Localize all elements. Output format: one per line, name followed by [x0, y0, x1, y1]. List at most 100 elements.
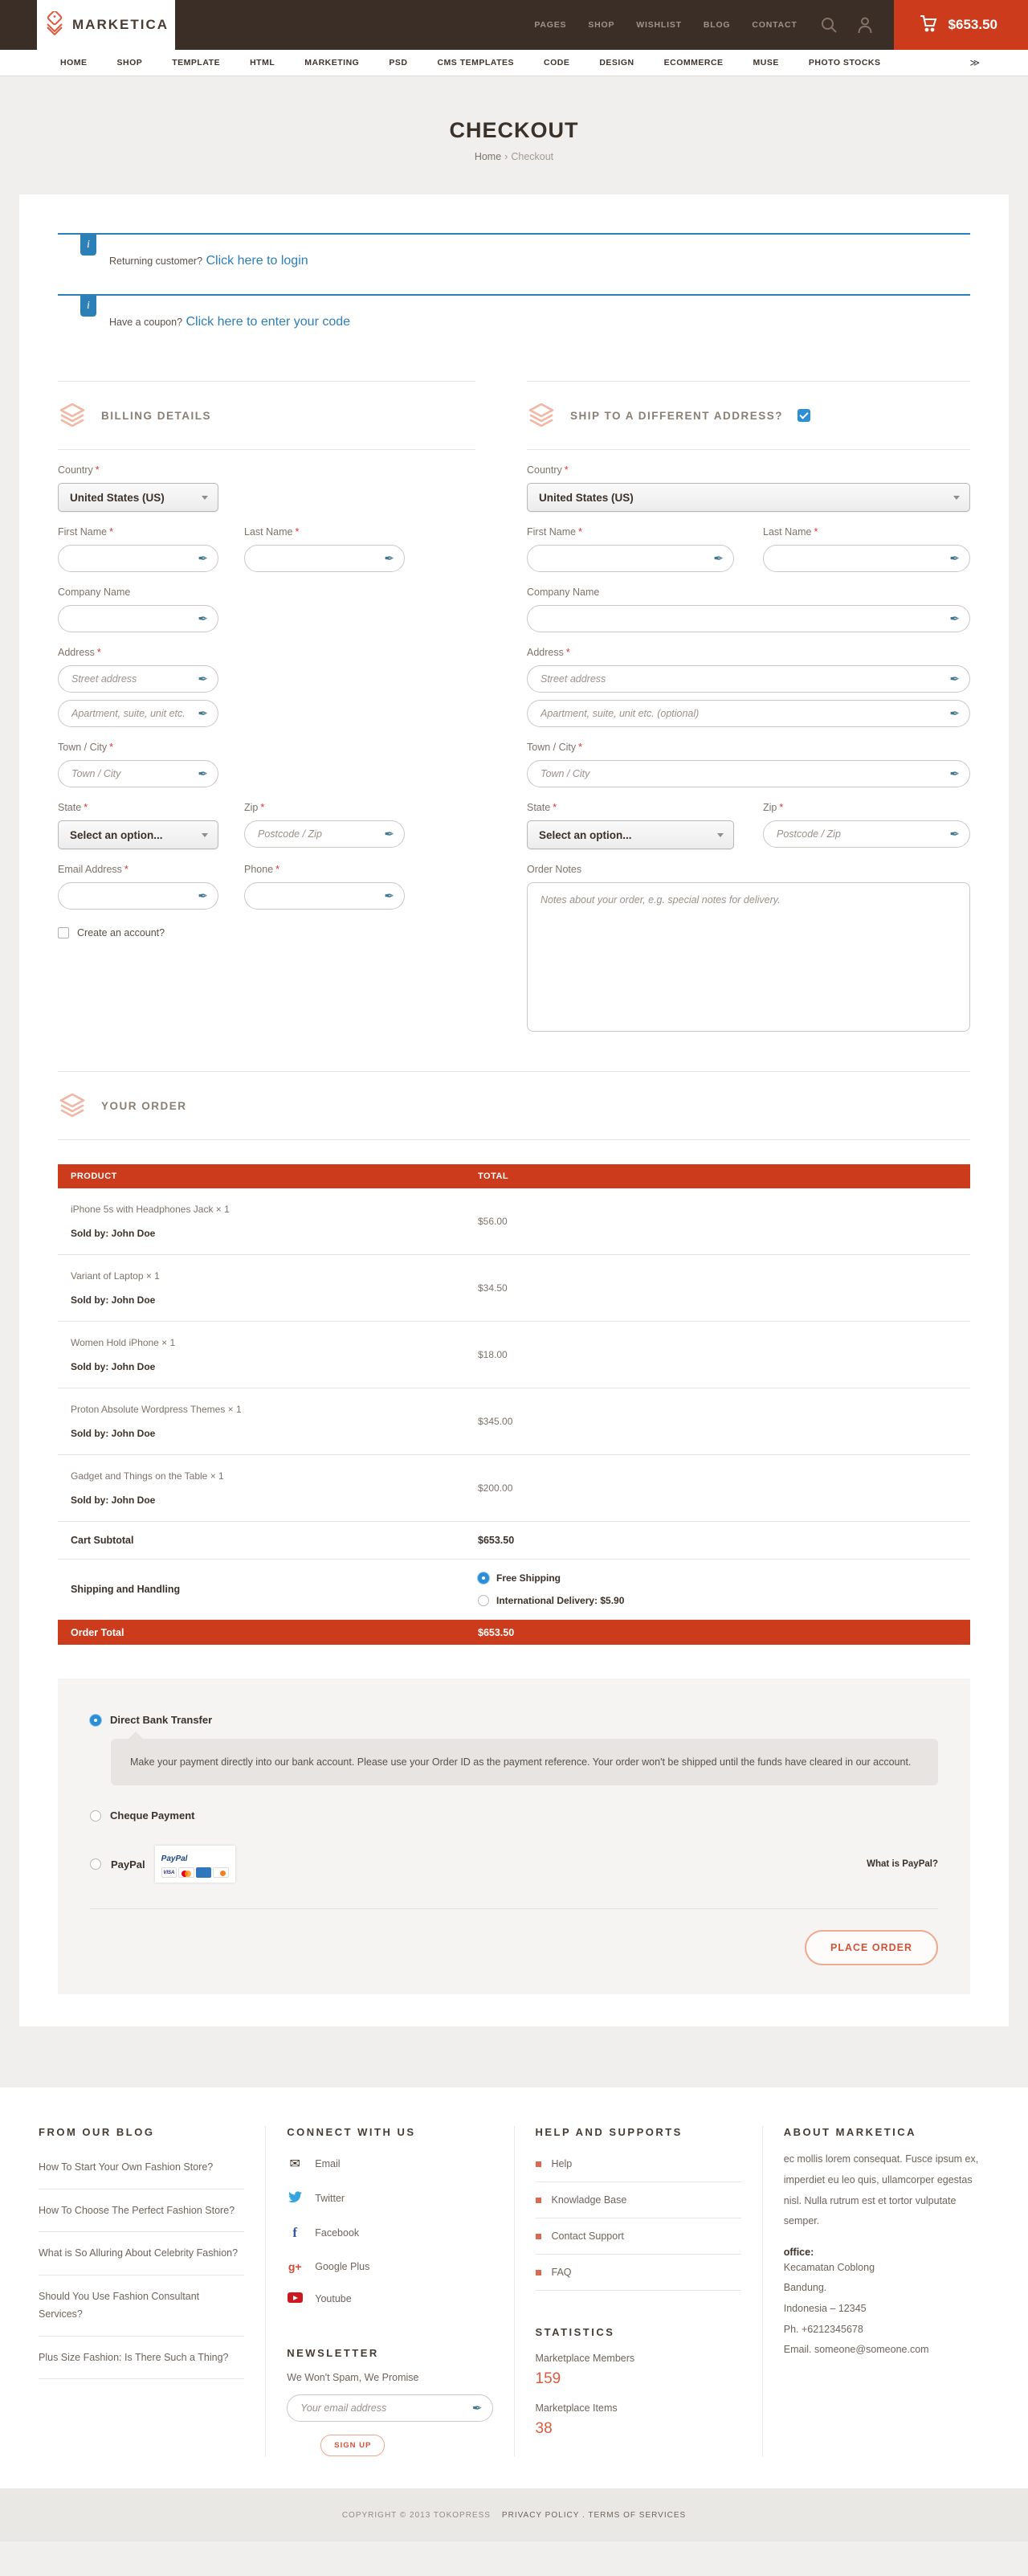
subnav-shop[interactable]: SHOP	[117, 58, 143, 67]
top-nav-wishlist[interactable]: WISHLIST	[636, 20, 682, 30]
subnav-psd[interactable]: PSD	[389, 58, 407, 67]
shipping-country-select[interactable]: United States (US)	[527, 483, 970, 512]
paypal-option[interactable]: PayPal PayPal VISA What is PayPal?	[90, 1846, 938, 1883]
coupon-link[interactable]: Click here to enter your code	[186, 315, 351, 329]
legal-links[interactable]: PRIVACY POLICY . TERMS OF SERVICES	[502, 2511, 686, 2520]
login-notice-text: Returning customer?	[109, 256, 202, 267]
radio-icon[interactable]	[90, 1858, 101, 1870]
subnav-cms-templates[interactable]: CMS TEMPLATES	[437, 58, 514, 67]
shipping-street-input[interactable]	[527, 665, 970, 693]
international-delivery-option[interactable]: International Delivery: $5.90	[478, 1595, 970, 1606]
billing-company-input[interactable]	[58, 605, 218, 632]
blog-link[interactable]: Plus Size Fashion: Is There Such a Thing…	[39, 2337, 244, 2380]
billing-email-input[interactable]	[58, 882, 218, 910]
social-facebook-link[interactable]: f Facebook	[287, 2215, 492, 2251]
top-nav-blog[interactable]: BLOG	[704, 20, 731, 30]
signup-button[interactable]: SIGN UP	[320, 2435, 385, 2456]
blog-link[interactable]: How To Start Your Own Fashion Store?	[39, 2146, 244, 2190]
billing-first-name-input[interactable]	[58, 545, 218, 572]
billing-state-select[interactable]: Select an option...	[58, 820, 218, 849]
cart-button[interactable]: $653.50	[894, 0, 1028, 50]
top-nav-shop[interactable]: SHOP	[588, 20, 614, 30]
shipping-heading: SHIP TO A DIFFERENT ADDRESS?	[570, 410, 783, 422]
billing-street-input[interactable]	[58, 665, 218, 693]
billing-country-label: Country*	[58, 464, 475, 476]
shipping-apartment-input[interactable]	[527, 700, 970, 727]
billing-phone-input[interactable]	[244, 882, 405, 910]
billing-last-name-input[interactable]	[244, 545, 405, 572]
order-table: PRODUCT TOTAL iPhone 5s with Headphones …	[58, 1164, 970, 1645]
shipping-company-input[interactable]	[527, 605, 970, 632]
blog-link[interactable]: What is So Alluring About Celebrity Fash…	[39, 2232, 244, 2275]
shipping-section: SHIP TO A DIFFERENT ADDRESS? Country* Un…	[527, 381, 970, 1036]
logo[interactable]: MARKETICA	[37, 0, 175, 50]
top-nav-pages[interactable]: PAGES	[534, 20, 566, 30]
search-icon[interactable]	[820, 16, 838, 34]
contact-support-link[interactable]: Contact Support	[536, 2218, 741, 2255]
place-order-button[interactable]: PLACE ORDER	[805, 1930, 938, 1965]
cheque-payment-option[interactable]: Cheque Payment	[90, 1809, 938, 1822]
faq-link[interactable]: FAQ	[536, 2255, 741, 2291]
order-heading-row: YOUR ORDER	[58, 1071, 970, 1140]
subnav-code[interactable]: CODE	[544, 58, 569, 67]
shipping-zip-input[interactable]	[763, 820, 970, 848]
top-nav-contact[interactable]: CONTACT	[752, 20, 797, 30]
radio-icon[interactable]	[90, 1810, 101, 1822]
product-name: iPhone 5s with Headphones Jack × 1	[71, 1204, 478, 1215]
social-email-link[interactable]: ✉ Email	[287, 2146, 492, 2181]
billing-section: BILLING DETAILS Country* United States (…	[58, 381, 475, 1036]
shipping-first-name-input[interactable]	[527, 545, 734, 572]
order-notes-textarea[interactable]	[527, 882, 970, 1032]
shipping-last-name-input[interactable]	[763, 545, 970, 572]
bank-transfer-option[interactable]: Direct Bank Transfer	[90, 1714, 938, 1726]
shipping-heading-row: SHIP TO A DIFFERENT ADDRESS?	[527, 381, 970, 450]
create-account-checkbox[interactable]	[58, 927, 69, 938]
order-table-header: PRODUCT TOTAL	[58, 1164, 970, 1188]
subnav-design[interactable]: DESIGN	[599, 58, 634, 67]
billing-zip-input[interactable]	[244, 820, 405, 848]
radio-selected-icon[interactable]	[478, 1572, 489, 1584]
billing-country-select[interactable]: United States (US)	[58, 483, 218, 512]
shipping-zip-label: Zip*	[763, 802, 970, 813]
col-total: TOTAL	[478, 1171, 970, 1181]
office-address-line: Indonesia – 12345	[784, 2299, 989, 2320]
page-header: CHECKOUT Home›Checkout	[0, 76, 1028, 194]
subnav-ecommerce[interactable]: ECOMMERCE	[664, 58, 724, 67]
breadcrumb-home[interactable]: Home	[475, 151, 501, 162]
radio-icon[interactable]	[478, 1595, 489, 1606]
social-youtube-link[interactable]: Youtube	[287, 2283, 492, 2315]
chevron-more-icon[interactable]: ≫	[969, 57, 980, 68]
amex-card-icon	[196, 1867, 212, 1878]
footer-blog-heading: FROM OUR BLOG	[39, 2126, 244, 2138]
user-icon[interactable]	[857, 16, 873, 34]
free-shipping-option[interactable]: Free Shipping	[478, 1572, 970, 1584]
product-seller: Sold by: John Doe	[71, 1228, 478, 1239]
billing-apartment-input[interactable]	[58, 700, 218, 727]
create-account-label: Create an account?	[77, 927, 165, 938]
blog-link[interactable]: Should You Use Fashion Consultant Servic…	[39, 2275, 244, 2337]
newsletter-text: We Won't Spam, We Promise	[287, 2372, 492, 2383]
billing-first-name-label: First Name*	[58, 526, 218, 538]
layers-icon	[527, 403, 556, 427]
ship-different-checkbox[interactable]	[798, 409, 810, 422]
shipping-state-label: State*	[527, 802, 734, 813]
help-link[interactable]: Help	[536, 2146, 741, 2182]
social-google-plus-link[interactable]: g+ Google Plus	[287, 2251, 492, 2283]
blog-link[interactable]: How To Choose The Perfect Fashion Store?	[39, 2190, 244, 2233]
billing-city-input[interactable]	[58, 760, 218, 787]
subnav-marketing[interactable]: MARKETING	[304, 58, 359, 67]
knowledge-base-link[interactable]: Knowladge Base	[536, 2182, 741, 2218]
subnav-html[interactable]: HTML	[250, 58, 275, 67]
subnav-template[interactable]: TEMPLATE	[172, 58, 220, 67]
social-label: Facebook	[315, 2227, 359, 2239]
radio-selected-icon[interactable]	[90, 1715, 101, 1726]
subnav-photo-stocks[interactable]: PHOTO STOCKS	[809, 58, 881, 67]
subnav-muse[interactable]: MUSE	[753, 58, 779, 67]
newsletter-email-input[interactable]	[287, 2394, 492, 2422]
login-link[interactable]: Click here to login	[206, 254, 308, 268]
shipping-state-select[interactable]: Select an option...	[527, 820, 734, 849]
social-twitter-link[interactable]: Twitter	[287, 2181, 492, 2215]
shipping-city-input[interactable]	[527, 760, 970, 787]
subnav-home[interactable]: HOME	[60, 58, 88, 67]
what-is-paypal-link[interactable]: What is PayPal?	[867, 1859, 938, 1869]
